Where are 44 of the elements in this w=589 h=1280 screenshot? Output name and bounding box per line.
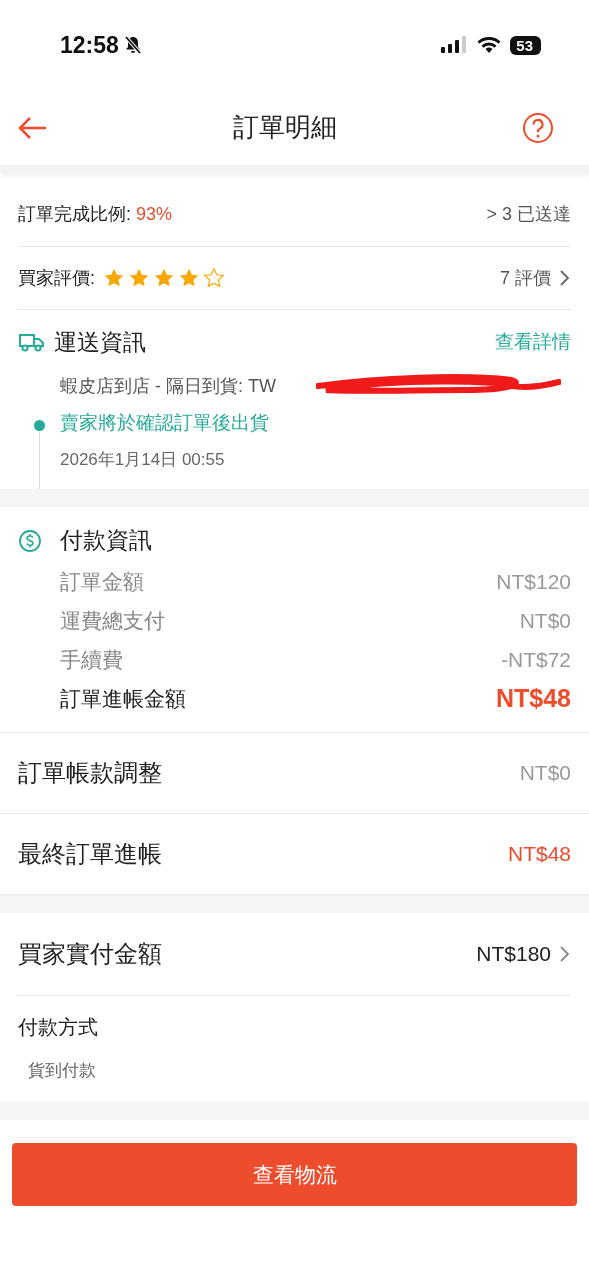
- buyer-paid-amount[interactable]: NT$180: [476, 942, 551, 966]
- payment-amount: -NT$72: [500, 647, 571, 672]
- signal-icon: [440, 35, 469, 55]
- buyer-paid-label[interactable]: 買家實付金額: [18, 938, 162, 970]
- payment-amount: NT$48: [495, 684, 571, 713]
- battery-level: 53: [510, 35, 541, 55]
- truck-icon: [18, 331, 46, 353]
- payment-amount: NT$0: [519, 608, 571, 633]
- dollar-circle-icon: [18, 528, 42, 553]
- payment-label: 手續費: [60, 646, 123, 673]
- view-logistics-button[interactable]: 查看物流: [12, 1143, 577, 1206]
- page-title: 訂單明細: [233, 111, 337, 144]
- completion-rate: 訂單完成比例: 93%: [18, 203, 173, 226]
- payment-amount: NT$120: [496, 569, 571, 594]
- star-empty-icon: [203, 267, 225, 289]
- rating-label: 買家評價:: [18, 267, 95, 290]
- tracking-status: 賣家將於確認訂單後出貨: [60, 411, 269, 435]
- delivered-count[interactable]: > 3 已送達: [486, 202, 571, 226]
- star-filled-icon: [178, 267, 200, 289]
- timeline-dot: [33, 420, 45, 431]
- shipping-method: 蝦皮店到店 - 隔日到貨: TW: [60, 376, 276, 396]
- payment-label: 運費總支付: [60, 607, 165, 634]
- review-count[interactable]: 7 評價: [500, 266, 551, 290]
- help-icon[interactable]: [522, 111, 554, 144]
- payment-method: 貨到付款: [27, 1060, 97, 1082]
- payment-label: 訂單金額: [60, 568, 144, 595]
- summary-amount: NT$48: [507, 842, 571, 866]
- summary-label: 訂單帳款調整: [18, 758, 162, 788]
- chevron-right-icon[interactable]: [559, 945, 571, 963]
- tracking-time: 2026年1月14日 00:55: [60, 449, 226, 471]
- summary-amount: NT$0: [519, 761, 571, 785]
- payment-label: 訂單進帳金額: [60, 685, 186, 712]
- wifi-icon: [476, 35, 503, 55]
- back-arrow-icon[interactable]: [18, 115, 48, 140]
- star-filled-icon: [153, 267, 175, 289]
- bell-muted-icon: [122, 35, 143, 55]
- status-time: 12:58: [60, 31, 119, 59]
- chevron-right-icon[interactable]: [559, 269, 571, 287]
- section-title: 運送資訊: [54, 327, 146, 357]
- star-filled-icon: [103, 267, 125, 289]
- star-filled-icon: [128, 267, 150, 289]
- summary-label: 最終訂單進帳: [18, 839, 162, 869]
- section-title: 付款資訊: [60, 526, 152, 555]
- payment-method-label: 付款方式: [18, 1015, 99, 1040]
